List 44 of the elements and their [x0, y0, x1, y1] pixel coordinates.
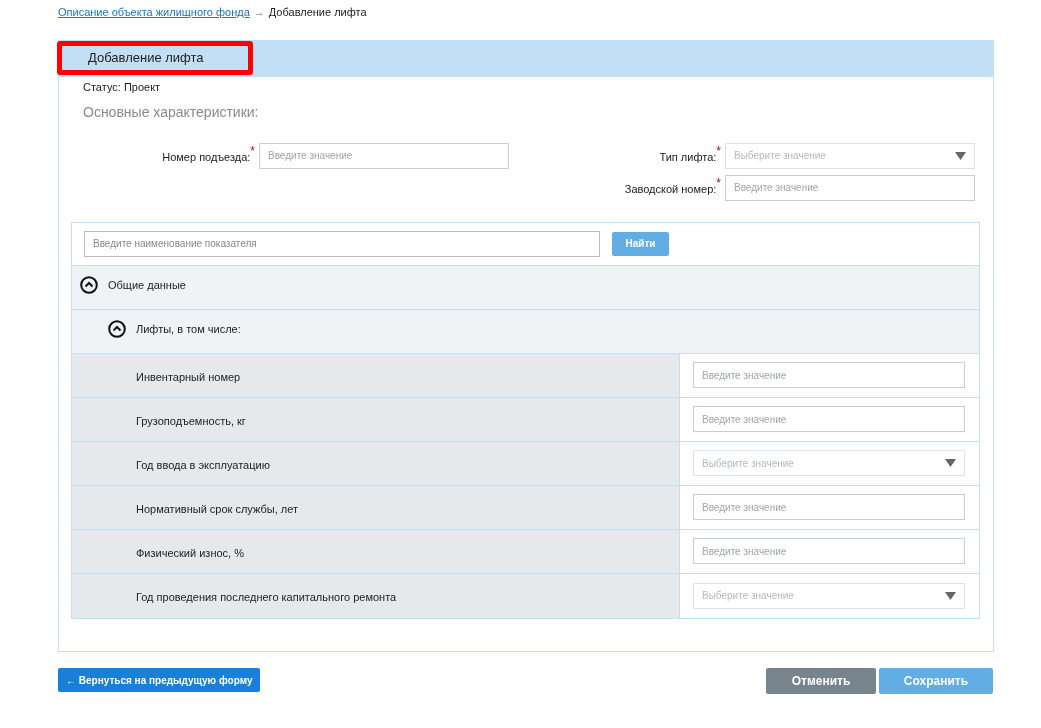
select-placeholder: Выберите значение	[702, 589, 794, 603]
input-field[interactable]: Введите значение	[693, 494, 965, 520]
indicator-label: Грузоподъемность, кг	[136, 414, 246, 427]
required-mark: *	[250, 144, 255, 157]
input-field[interactable]: Введите значение	[259, 142, 509, 169]
subgroup-label: Лифты, в том числе:	[136, 321, 241, 337]
status-text: Статус: Проект	[82, 80, 162, 95]
caret-icon	[945, 459, 956, 467]
required-mark: *	[716, 176, 721, 189]
cancel-button[interactable]: Отменить	[766, 668, 876, 694]
save-button[interactable]: Сохранить	[879, 668, 993, 694]
group-row[interactable]: Общие данные	[72, 265, 979, 310]
caret-icon	[955, 151, 966, 160]
indicator-label: Год проведения последнего капитального ремонта	[136, 590, 397, 603]
indicator-label: Год ввода в эксплуатацию	[136, 458, 270, 471]
breadcrumb-current: Добавление лифта	[268, 5, 367, 20]
select-field[interactable]: Выберите значение	[693, 582, 965, 609]
indicator-label: Физический износ, %	[136, 546, 244, 559]
select-placeholder: Выберите значение	[702, 456, 794, 471]
collapse-icon[interactable]	[108, 319, 126, 338]
back-button[interactable]: ← Вернуться на предыдущую форму	[58, 668, 261, 692]
indicator-label: Нормативный срок службы, лет	[136, 502, 298, 515]
search-button[interactable]: Найти	[612, 231, 669, 256]
field-label: Тип лифта:	[659, 150, 717, 165]
subgroup-row[interactable]: Лифты, в том числе:	[72, 309, 979, 354]
input-field[interactable]: Введите значение	[725, 174, 975, 201]
section-heading: Основные характеристики:	[82, 102, 260, 122]
field-label: Номер подъезда:	[162, 150, 251, 165]
input-field[interactable]: Введите значение	[693, 406, 965, 432]
caret-icon	[945, 591, 956, 600]
select-placeholder: Выберите значение	[734, 149, 826, 163]
indicator-label: Инвентарный номер	[136, 370, 241, 383]
panel-title: Добавление лифта	[57, 41, 253, 75]
select-field[interactable]: Выберите значение	[693, 450, 965, 476]
input-field[interactable]: Введите значение	[693, 362, 965, 388]
collapse-icon[interactable]	[80, 275, 98, 294]
breadcrumb-separator: →	[253, 5, 265, 20]
select-field[interactable]: Выберите значение	[725, 142, 975, 169]
search-field[interactable]: Введите наименование показателя	[84, 230, 600, 257]
required-mark: *	[716, 144, 721, 157]
breadcrumb-link[interactable]: Описание объекта жилищного фонда	[58, 4, 250, 21]
field-label: Заводской номер:	[624, 182, 717, 197]
input-field[interactable]: Введите значение	[693, 538, 965, 564]
group-label: Общие данные	[108, 277, 186, 293]
